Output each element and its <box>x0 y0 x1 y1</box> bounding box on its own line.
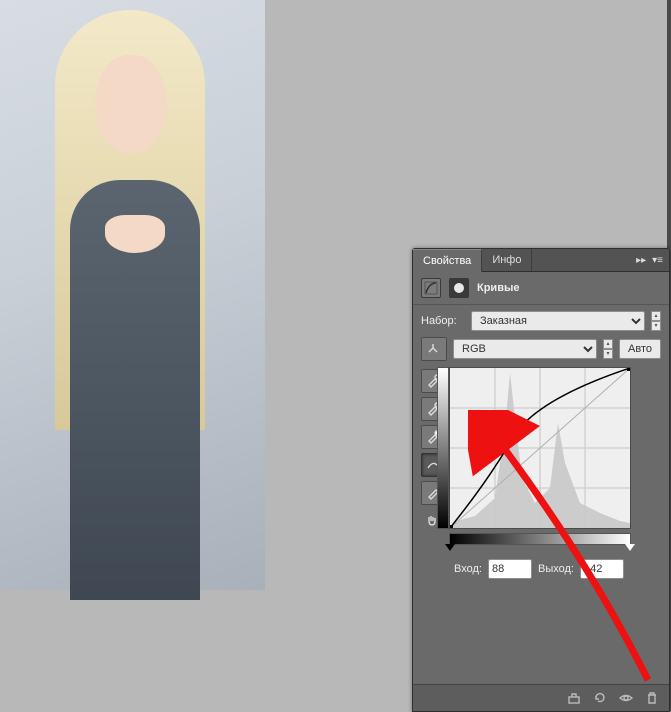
collapse-icon[interactable]: ▸▸ <box>636 255 646 266</box>
curve-graph[interactable] <box>449 367 631 529</box>
visibility-icon[interactable] <box>619 691 633 705</box>
preset-label: Набор: <box>421 315 465 327</box>
output-label: Выход: <box>538 563 574 575</box>
auto-button[interactable]: Авто <box>619 339 661 359</box>
panel-footer <box>413 684 669 711</box>
white-point-slider[interactable] <box>625 544 635 551</box>
adjustment-title: Кривые <box>477 282 519 294</box>
adjustment-header: Кривые <box>413 272 669 305</box>
mask-icon <box>449 278 469 298</box>
channel-stepper[interactable]: ▴▾ <box>603 339 613 359</box>
input-label: Вход: <box>454 563 482 575</box>
preset-row: Набор: Заказная ▴▾ <box>421 311 661 331</box>
document-image[interactable] <box>0 0 265 590</box>
trash-icon[interactable] <box>645 691 659 705</box>
panel-menu-icon[interactable]: ▾≡ <box>652 255 663 266</box>
black-point-slider[interactable] <box>445 544 455 551</box>
panel-tab-bar: Свойства Инфо ▸▸ ▾≡ <box>413 249 669 272</box>
panel-body: Набор: Заказная ▴▾ RGB ▴▾ Авто <box>413 305 669 684</box>
input-value-field[interactable] <box>488 559 532 579</box>
output-value-field[interactable] <box>580 559 624 579</box>
channel-select[interactable]: RGB <box>453 339 597 359</box>
channel-row: RGB ▴▾ Авто <box>421 337 661 361</box>
reset-icon[interactable] <box>593 691 607 705</box>
tab-info[interactable]: Инфо <box>482 249 532 271</box>
io-row: Вход: Выход: <box>449 559 629 579</box>
curves-editor: Вход: Выход: <box>421 367 661 579</box>
clip-layer-icon[interactable] <box>567 691 581 705</box>
output-gradient <box>437 367 449 529</box>
edit-points-icon[interactable] <box>421 337 447 361</box>
tab-properties[interactable]: Свойства <box>413 249 482 272</box>
preset-select[interactable]: Заказная <box>471 311 645 331</box>
properties-panel: Свойства Инфо ▸▸ ▾≡ Кривые Набор: Заказн… <box>412 248 670 712</box>
preset-stepper[interactable]: ▴▾ <box>651 311 661 331</box>
curves-icon <box>421 278 441 298</box>
curve-area: Вход: Выход: <box>449 367 629 579</box>
image-content <box>30 10 235 590</box>
input-gradient[interactable] <box>449 533 631 545</box>
